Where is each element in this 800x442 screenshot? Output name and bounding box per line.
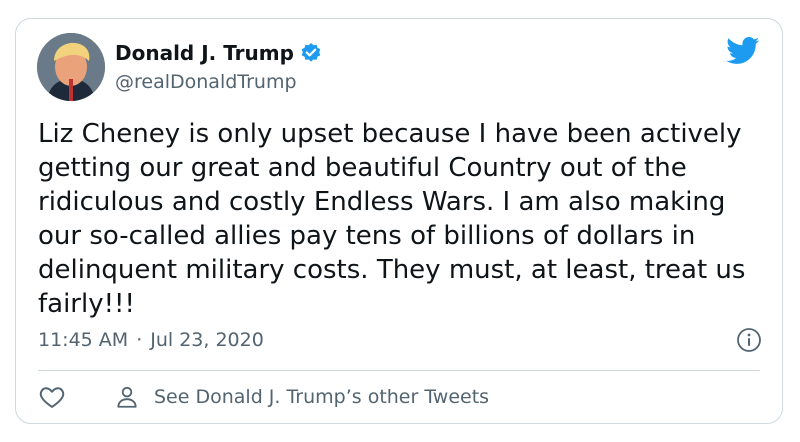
tweet-timestamp[interactable]: 11:45 AM · Jul 23, 2020 xyxy=(38,329,264,351)
tweet-card: Donald J. Trump @realDonaldTrump Liz Che… xyxy=(15,18,783,424)
tweet-text-line: delinquent military costs. They must, at… xyxy=(38,255,746,285)
see-other-tweets-link[interactable]: See Donald J. Trump’s other Tweets xyxy=(114,384,489,410)
person-icon xyxy=(114,384,140,410)
tweet-text-line: Liz Cheney is only upset because I have … xyxy=(38,119,742,149)
avatar-image xyxy=(37,33,105,101)
tweet-text: Liz Cheney is only upset because I have … xyxy=(38,117,766,321)
tweet-text-line: getting our great and beautiful Country … xyxy=(38,153,687,183)
meta-separator: · xyxy=(136,329,143,351)
heart-icon[interactable] xyxy=(38,383,66,411)
tweet-text-line: ridiculous and costly Endless Wars. I am… xyxy=(38,187,726,217)
tweet-time: 11:45 AM xyxy=(38,329,129,351)
tweet-text-line: our so-called allies pay tens of billion… xyxy=(38,221,696,251)
author-row: Donald J. Trump xyxy=(115,41,322,65)
verified-badge-icon xyxy=(300,42,322,64)
author-handle[interactable]: @realDonaldTrump xyxy=(115,71,297,93)
twitter-bird-icon[interactable] xyxy=(726,37,760,65)
tweet-date: Jul 23, 2020 xyxy=(150,329,264,351)
tweet-actions: See Donald J. Trump’s other Tweets xyxy=(38,379,489,415)
info-icon[interactable] xyxy=(736,327,762,353)
see-other-tweets-label: See Donald J. Trump’s other Tweets xyxy=(154,386,490,408)
divider xyxy=(38,370,760,371)
tweet-text-line: fairly!!! xyxy=(38,289,135,319)
avatar[interactable] xyxy=(37,33,105,101)
author-name[interactable]: Donald J. Trump xyxy=(115,41,294,65)
